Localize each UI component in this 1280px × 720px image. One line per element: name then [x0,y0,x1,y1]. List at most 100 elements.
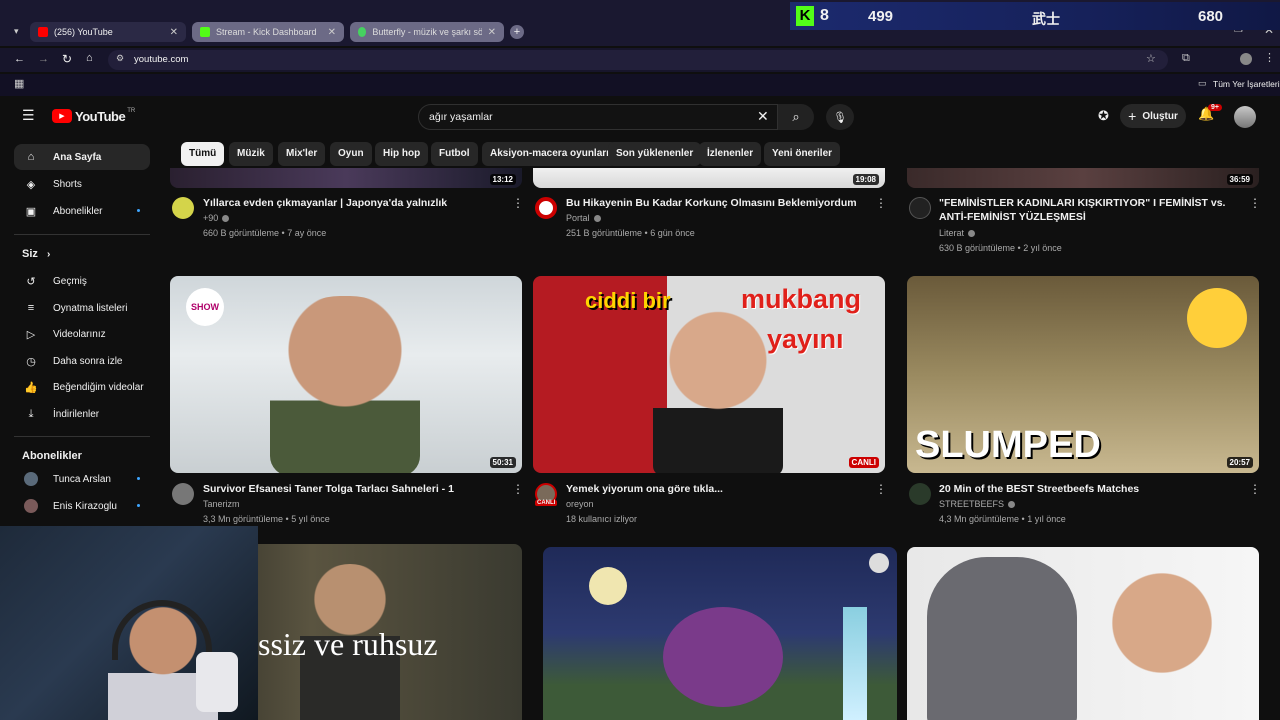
all-bookmarks-link[interactable]: Tüm Yer İşaretleri [1213,79,1280,89]
plus-icon: + [1128,108,1137,124]
stat-mid: 武士 [1032,11,1060,27]
chevron-right-icon: › [46,249,51,260]
back-icon[interactable]: ← [14,53,25,65]
sidebar-item-watch-later[interactable]: ◷ Daha sonra izle [14,348,150,374]
bookmark-star-icon[interactable]: ☆ [1146,52,1156,65]
browser-menu-icon[interactable]: ⋮ [1264,51,1275,64]
video-thumbnail[interactable] [543,547,897,720]
video-title[interactable]: Yemek yiyorum ona göre tıkla... [566,482,866,496]
video-thumbnail[interactable]: SLUMPED 20:57 [907,276,1259,473]
bookmarks-bar: ▦ ▭ Tüm Yer İşaretleri [0,74,1280,96]
filter-chip[interactable]: Tümü [181,142,225,166]
sidebar-item-your-videos[interactable]: ▷ Videolarınız [14,321,150,347]
sidebar-sub-enis-kirazoglu[interactable]: Enis Kirazoglu [14,493,150,519]
video-thumbnail[interactable]: 13:12 [170,168,522,188]
more-options-icon[interactable]: ⋮ [512,482,524,496]
tab-youtube[interactable]: (256) YouTube ✕ [30,22,186,42]
channel-avatar[interactable] [909,483,931,505]
sidebar-item-label: Ana Sayfa [53,151,102,163]
channel-avatar[interactable] [172,197,194,219]
extensions-icon[interactable]: ⧉ [1182,52,1190,65]
sidebar-sub-tunca-arslan[interactable]: Tunca Arslan [14,466,150,492]
sidebar-item-shorts[interactable]: ◈ Shorts [14,171,150,197]
tab-kick[interactable]: Stream - Kick Dashboard ✕ [192,22,344,42]
profile-icon[interactable] [1240,53,1252,65]
watch-later-icon: ◷ [26,355,36,368]
hamburger-menu-icon[interactable]: ☰ [22,107,35,124]
more-options-icon[interactable]: ⋮ [1249,196,1261,210]
home-browser-icon[interactable]: ⌂ [86,52,93,64]
more-options-icon[interactable]: ⋮ [1249,482,1261,496]
close-tab-icon[interactable]: ✕ [170,27,178,38]
video-thumbnail[interactable]: SHOW 50:31 [170,276,522,473]
forward-icon[interactable]: → [38,53,49,65]
youtube-region: TR [127,108,136,114]
filter-chip[interactable]: Futbol [431,142,478,166]
sidebar-item-playlists[interactable]: ≡ Oynatma listeleri [14,295,150,321]
apps-grid-icon[interactable]: ▦ [14,77,24,90]
site-info-icon[interactable]: ⚙ [116,53,124,64]
sidebar-item-home[interactable]: ⌂ Ana Sayfa [14,144,150,170]
clear-search-icon[interactable]: ✕ [757,108,769,125]
filter-chip[interactable]: Oyun [330,142,372,166]
kick-badge-icon: K [796,6,814,26]
filter-chip[interactable]: Yeni öneriler [764,142,841,166]
channel-name[interactable]: +90 [203,211,230,225]
channel-name[interactable]: oreyon [566,497,594,511]
search-input[interactable]: ağır yaşamlar [429,111,493,123]
more-options-icon[interactable]: ⋮ [875,482,887,496]
filter-chip[interactable]: Son yüklenenler [608,142,702,166]
video-thumbnail[interactable]: 36:59 [907,168,1259,188]
video-thumbnail[interactable]: ciddi bir mukbang yayını CANLI [533,276,885,473]
youtube-logo[interactable]: ▶ YouTube TR [52,108,135,124]
more-options-icon[interactable]: ⋮ [875,196,887,210]
notifications-button[interactable]: 🔔 9+ [1198,104,1222,128]
you-section-header[interactable]: Siz › [22,248,50,260]
search-button[interactable]: ⌕ [778,104,814,130]
filter-chips-bar: Tümü Müzik Mix'ler Oyun Hip hop Futbol Aksiyon… [170,142,1270,168]
video-title[interactable]: "FEMİNİSTLER KADINLARI KIŞKIRTIYOR" I FE… [939,196,1239,224]
video-meta: 251 B görüntüleme • 6 gün önce [566,228,695,238]
close-tab-icon[interactable]: ✕ [488,27,496,38]
video-title[interactable]: Bu Hikayenin Bu Kadar Korkunç Olmasını B… [566,196,866,210]
close-tab-icon[interactable]: ✕ [328,27,336,38]
search-box[interactable]: ağır yaşamlar ✕ [418,104,778,130]
channel-avatar[interactable] [535,197,557,219]
filter-chip[interactable]: Hip hop [375,142,429,166]
create-button[interactable]: + Oluştur [1120,104,1186,128]
filter-chip[interactable]: Aksiyon-macera oyunları [482,142,617,166]
youtube-favicon-icon [38,27,48,37]
sidebar: ⌂ Ana Sayfa ◈ Shorts ▣ Abonelikler Siz ›… [0,140,160,530]
filter-chip[interactable]: Müzik [229,142,273,166]
sidebar-item-downloads[interactable]: ⤓ İndirilenler [14,401,150,427]
channel-name[interactable]: Portal [566,211,601,225]
channel-name[interactable]: Tanerizm [203,497,240,511]
video-title[interactable]: 20 Min of the BEST Streetbeefs Matches [939,482,1239,496]
video-title[interactable]: Survivor Efsanesi Taner Tolga Tarlacı Sa… [203,482,503,496]
url-field[interactable]: ⚙ youtube.com ☆ [108,50,1168,70]
video-thumbnail[interactable]: 19:08 [533,168,885,188]
video-title[interactable]: Yıllarca evden çıkmayanlar | Japonya'da … [203,196,503,210]
channel-name[interactable]: STREETBEEFS [939,497,1016,511]
sidebar-item-label: Shorts [53,178,82,190]
channel-label: STREETBEEFS [939,499,1005,509]
cast-icon[interactable]: ✪ [1098,108,1109,124]
avatar[interactable] [1234,106,1256,128]
filter-chip[interactable]: İzlenenler [699,142,762,166]
tab-list-icon[interactable]: ▾ [14,26,19,37]
channel-avatar[interactable] [172,483,194,505]
reload-icon[interactable]: ↻ [62,52,72,66]
video-duration: 36:59 [1226,174,1253,185]
channel-name[interactable]: Literat [939,226,976,240]
filter-chip[interactable]: Mix'ler [278,142,326,166]
tab-butterfly[interactable]: Butterfly - müzik ve şarkı sözle... ✕ [350,22,504,42]
sidebar-item-liked[interactable]: 👍 Beğendiğim videolar [14,374,150,400]
sidebar-item-history[interactable]: ↺ Geçmiş [14,268,150,294]
new-tab-icon[interactable]: + [510,25,524,39]
video-thumbnail[interactable] [907,547,1259,720]
more-options-icon[interactable]: ⋮ [512,196,524,210]
verified-icon [1008,501,1016,509]
voice-search-button[interactable]: 🎙 [826,104,854,130]
sidebar-item-subscriptions[interactable]: ▣ Abonelikler [14,198,150,224]
channel-avatar[interactable] [909,197,931,219]
